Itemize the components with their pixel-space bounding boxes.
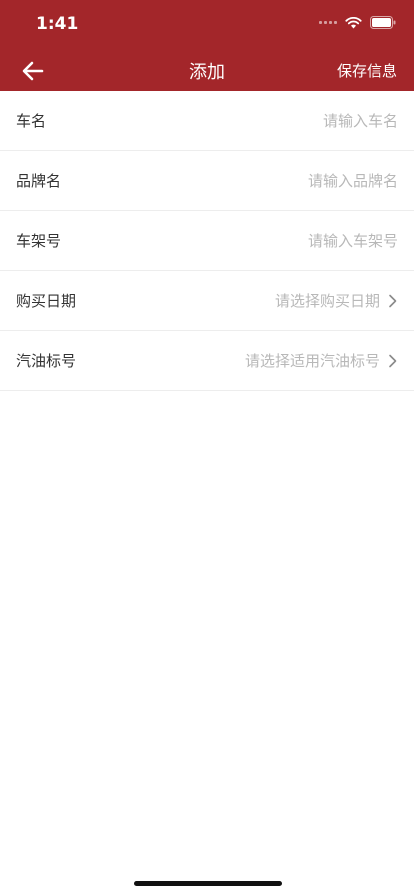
frame-number-row: 车架号 [0, 211, 414, 271]
app-header: 1:41 添加 保存信息 [0, 0, 414, 91]
wifi-icon [345, 16, 362, 28]
save-button[interactable]: 保存信息 [337, 60, 397, 81]
vehicle-form: 车名 品牌名 车架号 购买日期 请选择购买日期 汽油标号 请选择适用汽油标号 [0, 91, 414, 391]
purchase-date-label: 购买日期 [16, 292, 77, 310]
purchase-date-row[interactable]: 购买日期 请选择购买日期 [0, 271, 414, 331]
signal-icon [319, 21, 337, 24]
home-indicator [134, 881, 282, 886]
purchase-date-placeholder: 请选择购买日期 [274, 292, 380, 310]
chevron-right-icon [389, 294, 397, 307]
chevron-right-icon [389, 354, 397, 367]
fuel-grade-row[interactable]: 汽油标号 请选择适用汽油标号 [0, 331, 414, 391]
fuel-grade-picker[interactable]: 请选择适用汽油标号 [245, 350, 398, 371]
frame-number-label: 车架号 [16, 232, 62, 250]
car-name-input[interactable] [168, 111, 398, 130]
car-name-label: 车名 [16, 112, 47, 130]
status-icons [319, 16, 396, 29]
battery-icon [370, 16, 396, 29]
fuel-grade-placeholder: 请选择适用汽油标号 [244, 352, 380, 370]
status-time: 1:41 [36, 14, 79, 34]
fuel-grade-label: 汽油标号 [16, 352, 77, 370]
brand-name-label: 品牌名 [16, 172, 62, 190]
purchase-date-picker[interactable]: 请选择购买日期 [275, 290, 398, 311]
car-name-row: 车名 [0, 91, 414, 151]
brand-name-input[interactable] [168, 171, 398, 190]
brand-name-row: 品牌名 [0, 151, 414, 211]
frame-number-input[interactable] [168, 231, 398, 250]
